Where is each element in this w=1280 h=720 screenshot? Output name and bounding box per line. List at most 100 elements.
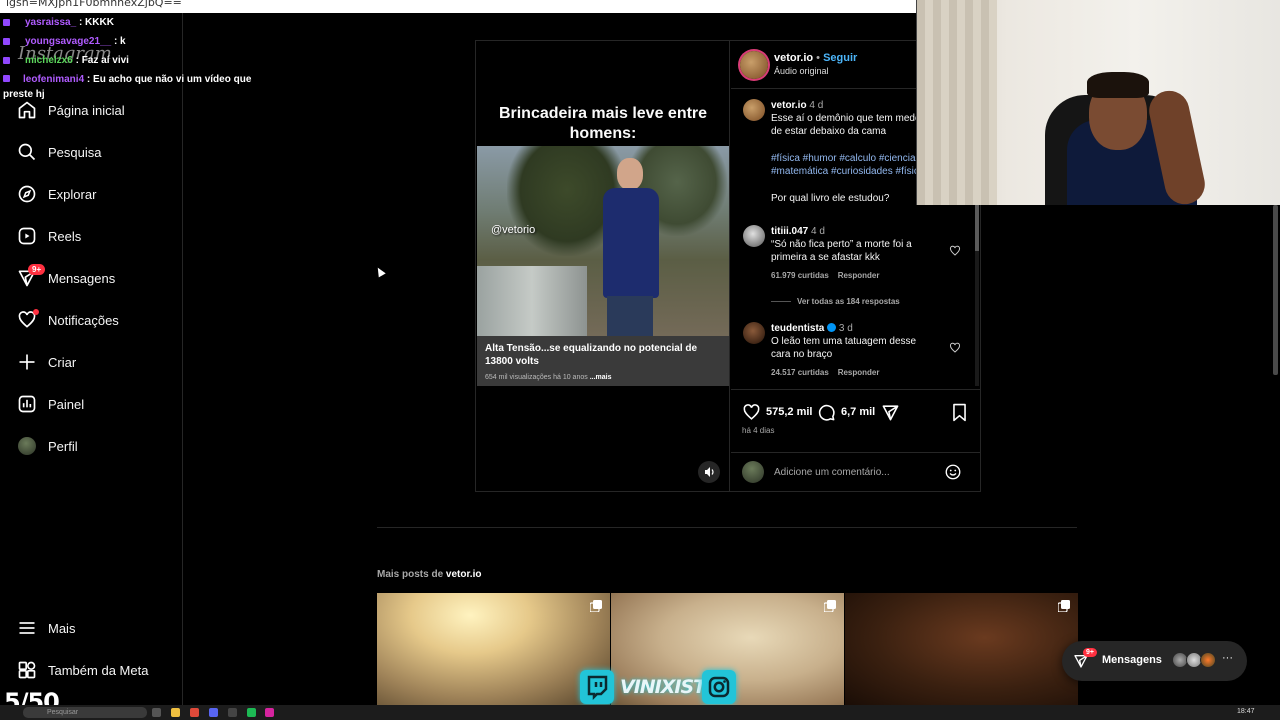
sidebar-item-more[interactable]: Mais [0,614,183,646]
twitch-icon [580,670,614,704]
like-comment-icon[interactable] [949,245,961,257]
post-thumbnail[interactable] [845,593,1078,705]
mute-button[interactable] [698,461,720,483]
stream-chat-overlay: yasraissa_ : KKKK youngsavage21__ : k mi… [3,13,253,102]
page-scrollbar[interactable] [1273,205,1278,375]
sidebar-item-label: Perfil [48,439,78,454]
add-comment-bar [731,452,981,490]
comment-button[interactable]: 6,7 mil [817,402,875,422]
caption-hashtags[interactable]: #física #humor #calculo #ciencia #matemá… [771,152,931,178]
comment-username[interactable]: titiii.047 [771,226,808,237]
commenter-avatar[interactable] [743,225,765,247]
sidebar-item-search[interactable]: Pesquisa [0,138,183,170]
comment-time: 3 d [838,323,853,334]
video-caption: Alta Tensão...se equalizando no potencia… [485,343,698,367]
comment-username[interactable]: teudentista [771,323,824,334]
sidebar-item-explore[interactable]: Explorar [0,180,183,212]
sidebar-item-label: Também da Meta [48,663,149,678]
messages-pill[interactable]: 9+ Mensagens ··· [1062,641,1247,681]
post-media[interactable]: Brincadeira mais leve entre homens: @vet… [476,41,730,491]
discord-icon[interactable] [209,708,218,717]
video-thumbnail[interactable]: @vetorio [477,146,729,336]
search-icon [18,143,36,161]
sidebar-item-messages[interactable]: 9+ Mensagens [0,264,183,296]
compass-icon [18,185,36,203]
avatar [1200,652,1216,668]
sidebar-item-label: Criar [48,355,77,370]
like-button[interactable]: 575,2 mil [742,402,812,422]
sidebar-item-label: Notificações [48,313,119,328]
add-comment-input[interactable] [774,463,934,481]
chat-message: michelzx6 : Faz aí vivi [3,51,253,70]
comment-body: teudentista 3 d O leão tem uma tatuagem … [771,322,931,361]
comment-header: titiii.047 4 d [771,225,931,238]
taskview-icon[interactable] [152,708,161,717]
video-watermark: @vetorio [491,224,536,236]
caption-question: Por qual livro ele estudou? [771,193,890,204]
more-posts-prefix: Mais posts de [377,569,446,580]
verified-icon [827,323,837,332]
messages-pill-label: Mensagens [1102,654,1162,666]
sidebar-item-reels[interactable]: Reels [0,222,183,254]
follow-button[interactable]: Seguir [823,52,857,64]
post-actions: 575,2 mil 6,7 mil há 4 dias [731,389,981,489]
audio-label[interactable]: Áudio original [774,66,829,76]
instagram-icon [702,670,736,704]
commenter-avatar[interactable] [743,322,765,344]
post-modal: Brincadeira mais leve entre homens: @vet… [475,40,981,492]
reply-button[interactable]: Responder [838,368,880,377]
view-replies-button[interactable]: Ver todas as 184 respostas [771,297,900,306]
author-username[interactable]: vetor.io [774,52,813,64]
explorer-icon[interactable] [171,708,180,717]
video-meta: 654 mil visualizações há 10 anos ...mais [485,374,611,381]
comment-meta: 61.979 curtidas Responder [771,271,880,280]
spotify-icon[interactable] [247,708,256,717]
sidebar-item-profile[interactable]: Perfil [0,432,183,464]
emoji-icon[interactable] [944,463,962,481]
caption-text: Esse aí o demônio que tem medo de estar … [771,113,921,137]
more-link[interactable]: ...mais [590,374,612,381]
avatar [18,437,36,455]
sidebar-item-dashboard[interactable]: Painel [0,390,183,422]
taskbar-search[interactable]: Pesquisar [23,707,147,718]
post-thumbnail[interactable] [377,593,610,705]
hair-shape [1087,72,1149,98]
sidebar-item-label: Mensagens [48,271,116,286]
person-body [603,188,659,298]
like-count: 575,2 mil [766,406,813,418]
more-posts-username[interactable]: vetor.io [446,569,482,580]
obs-icon[interactable] [228,708,237,717]
comment-meta: 24.517 curtidas Responder [771,368,880,377]
like-comment-icon[interactable] [949,342,961,354]
post-date[interactable]: há 4 dias [742,426,774,435]
caption-username[interactable]: vetor.io [771,100,807,111]
reply-button[interactable]: Responder [838,271,880,280]
bookmark-icon [953,403,966,421]
browser-url[interactable]: igsh=MXJpn1F0bmhnexZjbQ== [6,0,182,9]
sidebar: Instagram Página inicial Pesquisa Explor… [0,13,183,705]
chrome-icon[interactable] [190,708,199,717]
menu-icon [19,622,35,634]
comment-text: “Só não fica perto” a morte foi a primei… [771,239,912,263]
comment-likes[interactable]: 61.979 curtidas [771,271,829,280]
person-legs [607,296,653,336]
sidebar-item-also-from-meta[interactable]: Também da Meta [0,656,183,688]
chat-message: youngsavage21__ : k [3,32,253,51]
chat-username: yasraissa_ [25,17,77,28]
instagram-app-icon[interactable] [265,708,274,717]
comment-header: teudentista 3 d [771,322,931,335]
comment-likes[interactable]: 24.517 curtidas [771,368,829,377]
sidebar-item-create[interactable]: Criar [0,348,183,380]
person-head [617,158,643,190]
plus-icon [19,354,35,370]
mouse-cursor [374,265,386,278]
author-avatar[interactable] [743,99,765,121]
comment-time: 4 d [811,226,825,237]
save-button[interactable] [951,402,968,422]
sidebar-item-notifications[interactable]: Notificações [0,306,183,338]
chat-message: leofenimani4 : Eu acho que não vi um víd… [3,70,253,102]
author-avatar[interactable] [740,51,768,79]
share-button[interactable] [881,402,900,422]
separator: • [813,52,824,64]
messages-badge: 9+ [1083,648,1097,657]
